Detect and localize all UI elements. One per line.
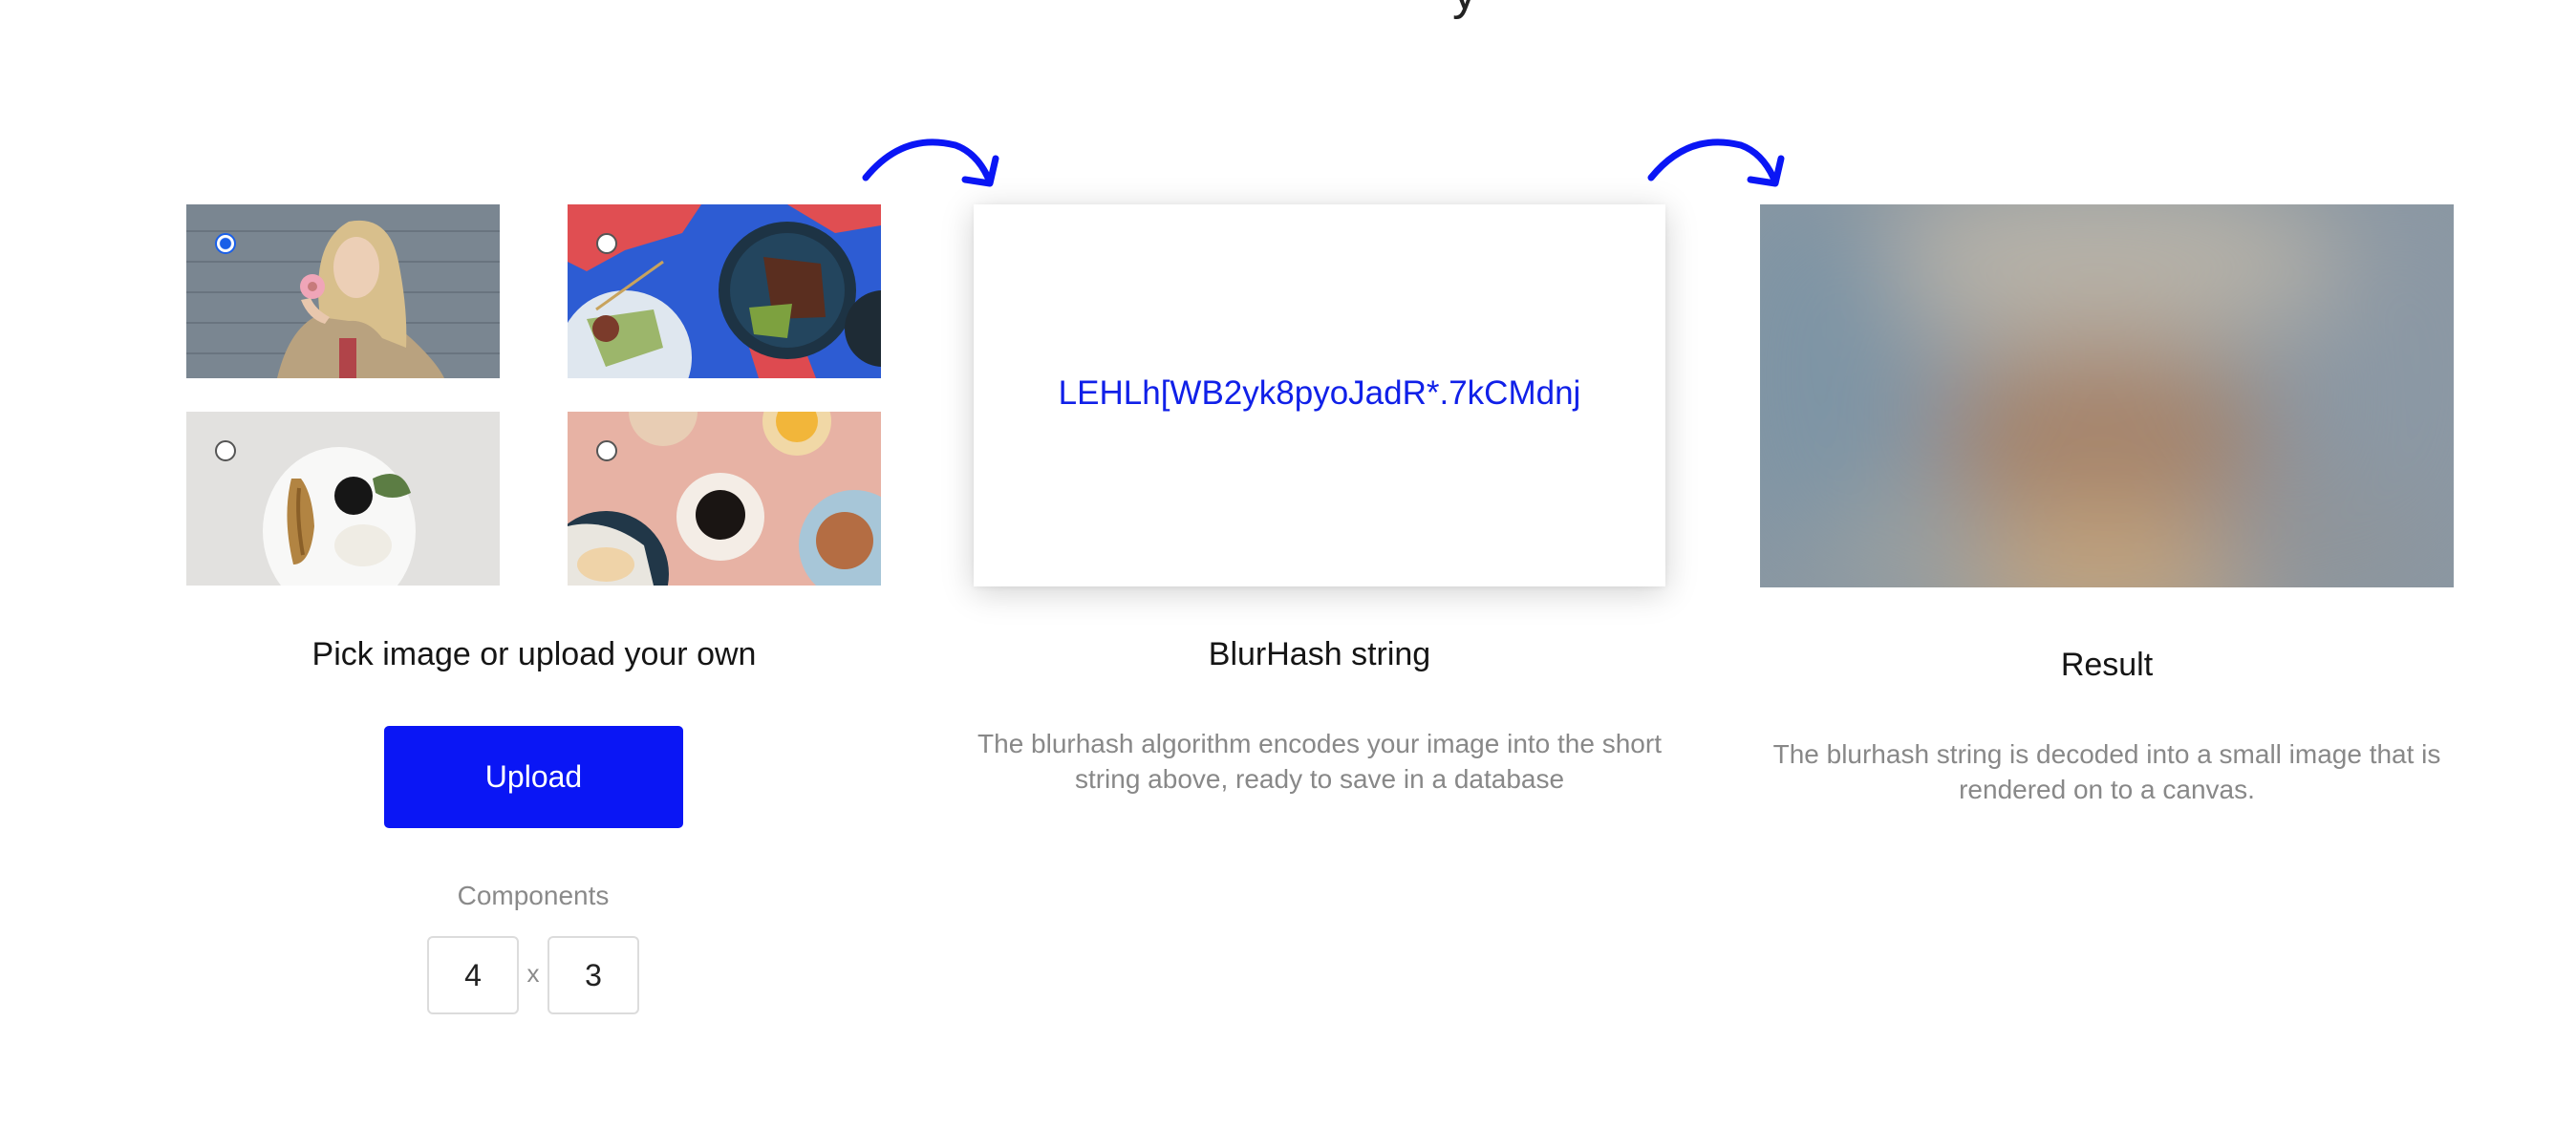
blurhash-demo-page: y	[0, 0, 2576, 1129]
result-canvas	[1760, 204, 2454, 587]
sample-image-plate-gray[interactable]	[186, 412, 500, 586]
sample-image-coffee-pink[interactable]	[568, 412, 881, 586]
arrow-curve-right-icon	[862, 138, 999, 187]
blurhash-string-value[interactable]: LEHLh[WB2yk8pyoJadR*.7kCMdnj	[974, 374, 1665, 413]
sample-image-woman-donut[interactable]	[186, 204, 500, 378]
blurhash-description: The blurhash algorithm encodes your imag…	[977, 729, 1662, 794]
result-description: The blurhash string is decoded into a sm…	[1772, 739, 2441, 804]
picker-heading: Pick image or upload your own	[311, 636, 757, 672]
radio-icon[interactable]	[215, 233, 236, 254]
arrow-curve-right-icon	[1647, 138, 1785, 187]
sample-image-3-art	[186, 412, 500, 586]
components-x-input[interactable]	[427, 936, 519, 1014]
sample-image-1-art	[186, 204, 500, 378]
components-separator: x	[526, 959, 540, 988]
radio-icon[interactable]	[596, 233, 617, 254]
sample-image-food-blue[interactable]	[568, 204, 881, 378]
cut-off-heading-glyph: y	[1452, 0, 1477, 17]
blurhash-string-card: LEHLh[WB2yk8pyoJadR*.7kCMdnj	[974, 204, 1665, 586]
blurred-result-image	[1760, 204, 2454, 587]
sample-image-2-art	[568, 204, 881, 378]
blurhash-heading: BlurHash string	[1208, 636, 1431, 672]
components-label: Components	[457, 881, 610, 910]
upload-button[interactable]: Upload	[384, 726, 683, 828]
radio-icon[interactable]	[596, 440, 617, 461]
result-heading: Result	[2060, 647, 2154, 683]
sample-image-4-art	[568, 412, 881, 586]
radio-icon[interactable]	[215, 440, 236, 461]
components-y-input[interactable]	[547, 936, 639, 1014]
